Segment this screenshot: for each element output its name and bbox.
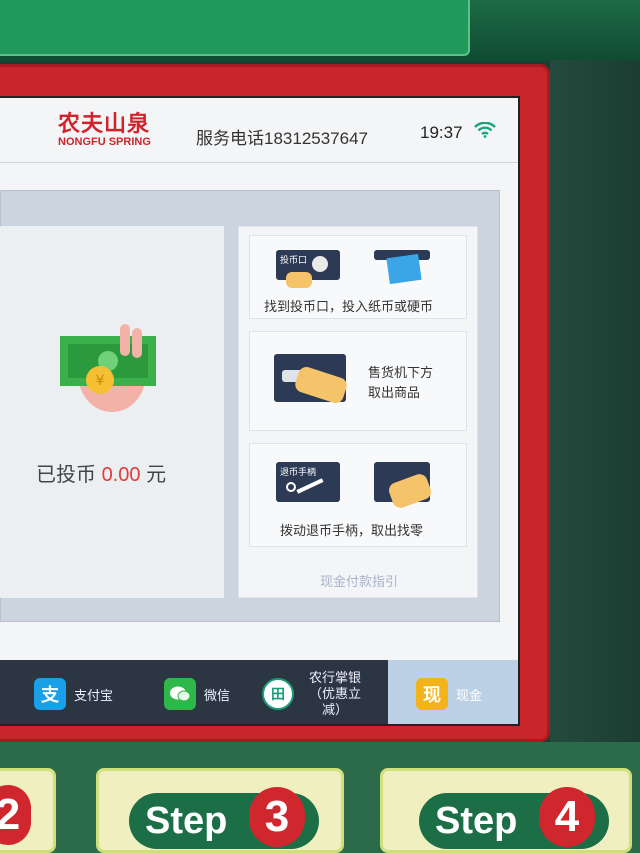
header-divider — [0, 162, 518, 163]
guide-step-pickup: 售货机下方 取出商品 — [249, 331, 467, 431]
machine-step-3-panel: Step 3 — [96, 768, 344, 853]
brand-name-en: NONGFU SPRING — [58, 136, 151, 148]
guide-step-insert: 投币口 找到投币口，投入纸币或硬币 — [249, 235, 467, 319]
refund-lever-icon: 退币手柄 — [276, 462, 340, 502]
guide-step-change: 退币手柄 拨动退币手柄，取出找零 — [249, 443, 467, 547]
cash-payment-guide: 投币口 找到投币口，投入纸币或硬币 售货机下方 取出商品 退币手柄 拨动退币手柄… — [238, 226, 478, 598]
tab-wechat-label: 微信 — [204, 687, 231, 703]
machine-step-3-word: Step — [145, 799, 228, 842]
machine-step-4-word: Step — [435, 799, 518, 842]
header-bar: 农夫山泉 NONGFU SPRING 服务电话18312537647 19:37 — [0, 98, 518, 162]
guide-step-pickup-text-1: 售货机下方 — [368, 365, 434, 380]
guide-step-change-text: 拨动退币手柄，取出找零 — [280, 523, 424, 538]
inserted-amount-line: 已投币 0.00 元 — [36, 458, 166, 487]
machine-step-4-number: 4 — [539, 787, 595, 847]
machine-step-3-number: 3 — [249, 787, 305, 847]
svg-text:¥: ¥ — [96, 373, 105, 389]
tab-alipay-label: 支付宝 — [74, 687, 114, 703]
wifi-icon — [474, 122, 496, 138]
guide-title: 现金付款指引 — [319, 574, 398, 589]
inserted-label: 已投币 — [36, 464, 96, 486]
service-hotline: 服务电话18312537647 — [196, 129, 369, 148]
brand-logo: 农夫山泉 NONGFU SPRING — [58, 106, 158, 148]
machine-step-2-number: 2 — [0, 785, 31, 845]
alipay-icon: 支 — [34, 678, 66, 710]
guide-step-pickup-text-2: 取出商品 — [368, 385, 421, 400]
tab-abc-bank[interactable]: 田 农行掌银（优惠立减） — [262, 660, 388, 724]
machine-right-side — [550, 60, 640, 760]
refund-lever-tag: 退币手柄 — [280, 467, 317, 477]
machine-top-panel — [0, 0, 640, 62]
tab-wechat[interactable]: 微信 — [164, 660, 274, 724]
banknote-icon — [386, 253, 422, 285]
guide-step-insert-text: 找到投币口，投入纸币或硬币 — [264, 299, 434, 314]
kiosk-screen: 农夫山泉 NONGFU SPRING 服务电话18312537647 19:37… — [0, 96, 520, 726]
machine-step-2-panel: 2 — [0, 768, 56, 853]
inserted-amount: 0.00 — [101, 464, 141, 486]
currency-unit: 元 — [146, 464, 167, 486]
payment-method-bar: 支 支付宝 微信 田 农行掌银（优惠立减） 现 现金 — [0, 660, 518, 724]
coin-slot-tag: 投币口 — [280, 255, 308, 265]
tab-cash[interactable]: 现 现金 — [388, 660, 518, 724]
abc-bank-icon: 田 — [262, 678, 294, 710]
hand-icon — [286, 272, 312, 288]
cash-in-hand-icon: ¥ — [60, 324, 156, 412]
wechat-icon — [164, 678, 196, 710]
tab-cash-label: 现金 — [456, 687, 483, 703]
cash-icon: 现 — [416, 678, 448, 710]
cash-status-card: ¥ 已投币 0.00 元 — [0, 226, 224, 598]
clock: 19:37 — [420, 123, 463, 142]
machine-step-4-panel: Step 4 — [380, 768, 632, 853]
tab-alipay[interactable]: 支 支付宝 — [34, 660, 154, 724]
brand-name-cn: 农夫山泉 — [58, 111, 151, 137]
tab-abc-bank-label: 农行掌银（优惠立减） — [308, 670, 361, 717]
machine-sign — [0, 0, 470, 56]
